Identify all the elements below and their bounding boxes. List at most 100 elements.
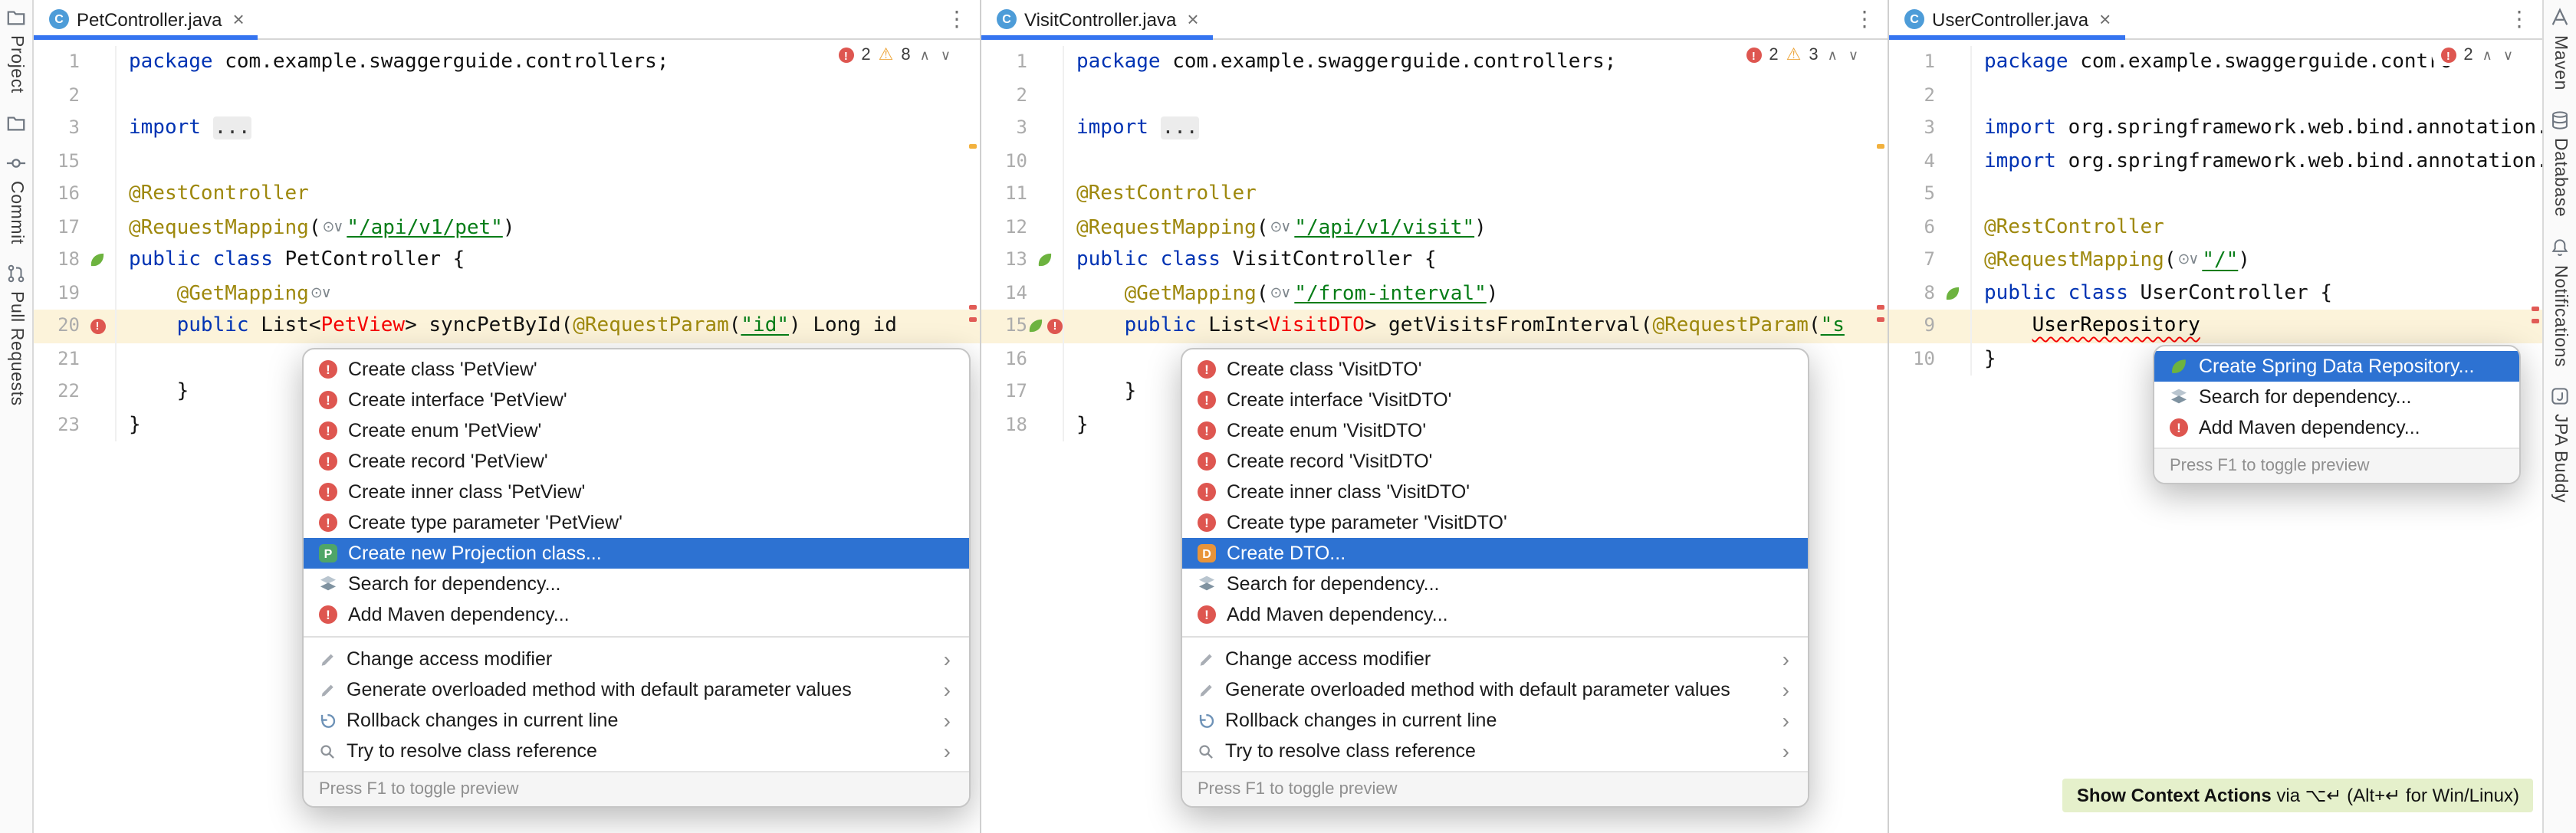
line-number[interactable]: 2 [1889,79,1935,112]
tab-options-icon[interactable]: ⋮ [1842,6,1888,32]
line-number[interactable]: 16 [981,343,1027,376]
code-line[interactable]: 7@RequestMapping(⊙∨"/") [1889,244,2542,277]
menu-item[interactable]: !Create class 'VisitDTO' [1182,354,1808,385]
menu-item[interactable]: Change access modifier› [304,644,969,674]
line-number[interactable]: 2 [34,79,80,112]
line-number[interactable]: 12 [981,211,1027,244]
line-number[interactable]: 3 [981,112,1027,145]
stripe-item-notifications[interactable]: Notifications [2550,237,2570,366]
code-line[interactable]: 8public class UserController { [1889,277,2542,310]
stripe-item-maven[interactable]: Maven [2550,8,2570,90]
chevron-down-icon[interactable]: ∨ [939,47,952,64]
menu-item[interactable]: Generate overloaded method with default … [1182,674,1808,705]
code-line[interactable]: 3import ... [981,112,1888,145]
menu-item[interactable]: !Create interface 'VisitDTO' [1182,385,1808,415]
chevron-up-icon[interactable]: ∧ [918,47,932,64]
error-stripe-mark[interactable] [1877,305,1884,310]
menu-item[interactable]: Rollback changes in current line› [304,705,969,736]
close-icon[interactable]: × [1187,9,1198,29]
inspections-widget[interactable]: !2∧∨ [2431,44,2524,66]
code-line[interactable]: 2 [981,79,1888,112]
line-number[interactable]: 14 [981,277,1027,310]
line-number[interactable]: 5 [1889,178,1935,211]
code-line[interactable]: 9 UserRepository [1889,310,2542,343]
line-number[interactable]: 23 [34,408,80,441]
warning-stripe-mark[interactable] [969,144,977,149]
stripe-item-folder[interactable] [6,113,26,133]
code-line[interactable]: 3import ... [34,112,980,145]
line-number[interactable]: 22 [34,376,80,408]
line-number[interactable]: 7 [1889,244,1935,277]
code-line[interactable]: 16@RestController [34,178,980,211]
stripe-item-database[interactable]: Database [2550,110,2570,217]
menu-item[interactable]: Search for dependency... [2154,382,2519,412]
menu-item[interactable]: Change access modifier› [1182,644,1808,674]
code-line[interactable]: 11@RestController [981,178,1888,211]
line-number[interactable]: 18 [981,408,1027,441]
line-number[interactable]: 16 [34,178,80,211]
close-icon[interactable]: × [232,9,244,29]
line-number[interactable]: 3 [34,112,80,145]
line-number[interactable]: 2 [981,79,1027,112]
line-number[interactable]: 6 [1889,211,1935,244]
chevron-up-icon[interactable]: ∧ [1826,47,1839,64]
chevron-down-icon[interactable]: ∨ [1847,47,1860,64]
menu-item[interactable]: !Create inner class 'PetView' [304,477,969,507]
menu-item[interactable]: !Create record 'PetView' [304,446,969,477]
code-line[interactable]: 20! public List<PetView> syncPetById(@Re… [34,310,980,343]
menu-item[interactable]: Rollback changes in current line› [1182,705,1808,736]
menu-item[interactable]: Try to resolve class reference› [1182,736,1808,766]
code-line[interactable]: 3import org.springframework.web.bind.ann… [1889,112,2542,145]
endpoint-inlay-icon[interactable]: ⊙∨ [310,277,330,310]
line-number[interactable]: 4 [1889,145,1935,178]
menu-item[interactable]: !Create type parameter 'VisitDTO' [1182,507,1808,538]
code-line[interactable]: 6@RestController [1889,211,2542,244]
line-number[interactable]: 15 [34,145,80,178]
line-number[interactable]: 1 [34,46,80,79]
line-number[interactable]: 19 [34,277,80,310]
inspections-widget[interactable]: !2⚠3∧∨ [1737,44,1869,66]
line-number[interactable]: 10 [981,145,1027,178]
error-stripe-mark[interactable] [969,305,977,310]
line-number[interactable]: 13 [981,244,1027,277]
error-stripe-mark[interactable] [2532,307,2539,311]
line-number[interactable]: 20 [34,310,80,343]
menu-item[interactable]: Search for dependency... [304,569,969,599]
line-number[interactable]: 11 [981,178,1027,211]
code-line[interactable]: 10 [981,145,1888,178]
line-number[interactable]: 1 [1889,46,1935,79]
code-line[interactable]: 15 [34,145,980,178]
endpoint-inlay-icon[interactable]: ⊙∨ [1270,211,1290,244]
menu-item[interactable]: !Add Maven dependency... [1182,599,1808,630]
code-line[interactable]: 18public class PetController { [34,244,980,277]
code-line[interactable]: 12@RequestMapping(⊙∨"/api/v1/visit") [981,211,1888,244]
line-number[interactable]: 10 [1889,343,1935,376]
editor-tab[interactable]: CVisitController.java× [981,0,1213,38]
menu-item[interactable]: DCreate DTO... [1182,538,1808,569]
line-number[interactable]: 3 [1889,112,1935,145]
menu-item[interactable]: !Create inner class 'VisitDTO' [1182,477,1808,507]
line-number[interactable]: 21 [34,343,80,376]
code-line[interactable]: 2 [34,79,980,112]
line-number[interactable]: 18 [34,244,80,277]
line-number[interactable]: 17 [981,376,1027,408]
line-number[interactable]: 15 [981,310,1027,343]
code-line[interactable]: 5 [1889,178,2542,211]
close-icon[interactable]: × [2099,9,2111,29]
error-stripe-mark[interactable] [969,317,977,322]
menu-item[interactable]: Create Spring Data Repository... [2154,351,2519,382]
endpoint-inlay-icon[interactable]: ⊙∨ [2177,244,2197,277]
code-line[interactable]: 4import org.springframework.web.bind.ann… [1889,145,2542,178]
menu-item[interactable]: Search for dependency... [1182,569,1808,599]
menu-item[interactable]: !Create interface 'PetView' [304,385,969,415]
menu-item[interactable]: !Add Maven dependency... [304,599,969,630]
editor-tab[interactable]: CPetController.java× [34,0,258,38]
menu-item[interactable]: !Create type parameter 'PetView' [304,507,969,538]
chevron-down-icon[interactable]: ∨ [2502,47,2515,64]
stripe-item-project[interactable]: Project [6,8,26,93]
line-number[interactable]: 9 [1889,310,1935,343]
line-number[interactable]: 17 [34,211,80,244]
tab-options-icon[interactable]: ⋮ [934,6,980,32]
tab-options-icon[interactable]: ⋮ [2496,6,2542,32]
error-stripe-mark[interactable] [1877,317,1884,322]
